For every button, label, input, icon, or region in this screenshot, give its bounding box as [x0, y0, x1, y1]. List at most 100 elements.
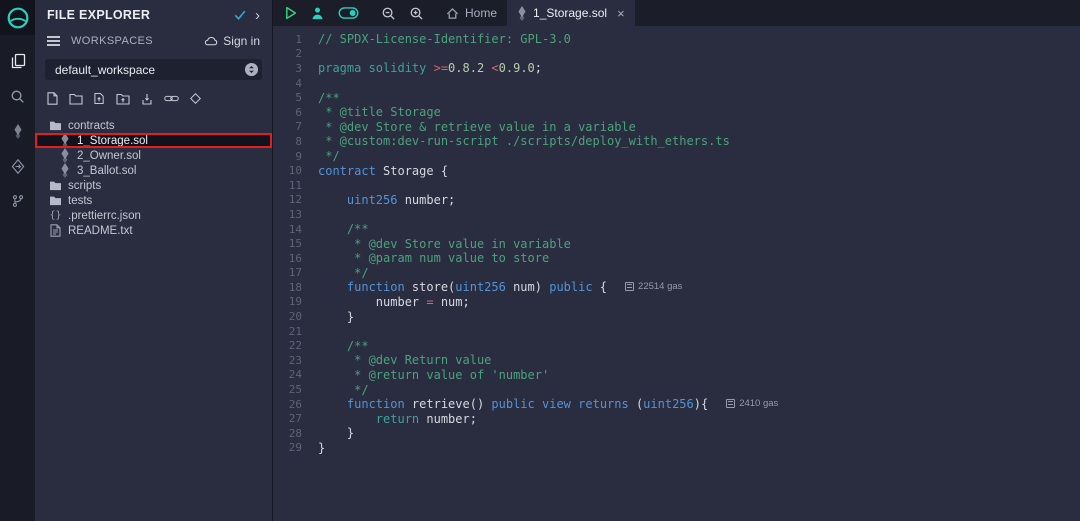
new-folder-icon[interactable]	[69, 93, 83, 105]
code-line[interactable]: 4	[273, 76, 1080, 91]
code-token: (	[629, 397, 643, 411]
search-icon[interactable]	[8, 86, 28, 106]
code-line[interactable]: 5/**	[273, 90, 1080, 105]
file-name: 2_Owner.sol	[77, 150, 141, 162]
import-icon[interactable]	[141, 93, 153, 105]
code-token: /**	[318, 222, 369, 236]
code-token: public	[491, 397, 534, 411]
gas-icon	[625, 282, 634, 291]
code-line[interactable]: 17 */	[273, 266, 1080, 281]
close-icon[interactable]: ×	[617, 7, 625, 20]
upload-folder-icon[interactable]	[116, 93, 130, 105]
play-icon[interactable]	[285, 6, 297, 20]
ipfs-icon[interactable]	[190, 93, 201, 104]
code-line[interactable]: 7 * @dev Store & retrieve value in a var…	[273, 120, 1080, 135]
code-line[interactable]: 14 /**	[273, 222, 1080, 237]
code-token: */	[318, 383, 369, 397]
code-line[interactable]: 3pragma solidity >=0.8.2 <0.9.0;	[273, 61, 1080, 76]
workspace-options-icon[interactable]	[244, 62, 259, 77]
file-tree-item[interactable]: 3_Ballot.sol	[35, 163, 272, 178]
code-token: number	[318, 295, 426, 309]
upload-file-icon[interactable]	[94, 92, 105, 105]
code-line[interactable]: 28 }	[273, 426, 1080, 441]
file-tree-item[interactable]: contracts	[35, 118, 272, 133]
code-line[interactable]: 1// SPDX-License-Identifier: GPL-3.0	[273, 32, 1080, 47]
solidity-compiler-icon[interactable]	[8, 121, 28, 141]
code-line[interactable]: 27 return number;	[273, 411, 1080, 426]
code-line[interactable]: 9 */	[273, 149, 1080, 164]
file-icon	[49, 224, 62, 237]
tab-1-storage-sol[interactable]: 1_Storage.sol×	[507, 0, 635, 26]
code-token	[318, 397, 347, 411]
toggle-icon[interactable]	[338, 7, 359, 19]
code-token: contract	[318, 164, 376, 178]
file-explorer-icon[interactable]	[8, 51, 28, 71]
code-line[interactable]: 22 /**	[273, 338, 1080, 353]
editor-toolbar	[273, 0, 436, 26]
person-icon[interactable]	[310, 6, 325, 20]
code-line[interactable]: 12 uint256 number;	[273, 193, 1080, 208]
line-number: 17	[273, 266, 318, 279]
file-tree-item[interactable]: scripts	[35, 178, 272, 193]
code-line[interactable]: 11	[273, 178, 1080, 193]
code-token: uint256	[347, 193, 398, 207]
chevron-right-icon[interactable]: ›	[255, 8, 260, 23]
code-line[interactable]: 29}	[273, 441, 1080, 456]
code-line[interactable]: 10contract Storage {	[273, 163, 1080, 178]
remix-logo-icon	[6, 6, 30, 30]
code-line[interactable]: 21	[273, 324, 1080, 339]
code-token: 0.9.0	[499, 61, 535, 75]
file-tree-item[interactable]: 2_Owner.sol	[35, 148, 272, 163]
code-token: */	[318, 266, 369, 280]
code-line[interactable]: 25 */	[273, 382, 1080, 397]
sign-in-button[interactable]: Sign in	[204, 34, 260, 48]
code-token: * @dev Return value	[318, 353, 499, 367]
line-number: 21	[273, 325, 318, 338]
code-token: ){	[694, 397, 708, 411]
git-icon[interactable]	[8, 191, 28, 211]
panel-title: FILE EXPLORER	[47, 8, 225, 22]
solidity-icon	[58, 148, 71, 163]
workspace-actions	[35, 80, 272, 111]
code-token: return	[376, 412, 419, 426]
workspaces-menu-icon[interactable]	[47, 36, 61, 46]
zoom-out-icon[interactable]	[381, 6, 396, 21]
code-token: * @custom:dev-run-script ./scripts/deplo…	[318, 134, 730, 148]
link-icon[interactable]	[164, 94, 179, 103]
remix-ide-window: FILE EXPLORER › WORKSPACES Sign in defau…	[0, 0, 1080, 521]
file-tree: contracts 1_Storage.sol 2_Owner.sol3_Ballo…	[35, 118, 272, 238]
code-line[interactable]: 6 * @title Storage	[273, 105, 1080, 120]
code-line[interactable]: 2	[273, 47, 1080, 62]
code-token: num)	[506, 280, 549, 294]
tab-home[interactable]: Home	[436, 0, 507, 26]
zoom-in-icon[interactable]	[409, 6, 424, 21]
line-number: 13	[273, 208, 318, 221]
gas-estimate-text: 2410 gas	[739, 398, 778, 409]
check-icon[interactable]	[234, 10, 246, 20]
code-line[interactable]: 20 }	[273, 309, 1080, 324]
code-line[interactable]: 24 * @return value of 'number'	[273, 368, 1080, 383]
code-token: store(	[405, 280, 456, 294]
code-line[interactable]: 13	[273, 207, 1080, 222]
deploy-run-icon[interactable]	[8, 156, 28, 176]
code-token: uint256	[643, 397, 694, 411]
workspaces-row: WORKSPACES Sign in	[35, 30, 272, 52]
file-tree-item[interactable]: 1_Storage.sol	[35, 133, 272, 148]
workspace-selector[interactable]: default_workspace	[45, 59, 262, 80]
code-line[interactable]: 19 number = num;	[273, 295, 1080, 310]
new-file-icon[interactable]	[47, 92, 58, 105]
code-line[interactable]: 8 * @custom:dev-run-script ./scripts/dep…	[273, 134, 1080, 149]
file-tree-item[interactable]: {}.prettierrc.json	[35, 208, 272, 223]
code-line[interactable]: 26 function retrieve() public view retur…	[273, 397, 1080, 412]
code-line[interactable]: 23 * @dev Return value	[273, 353, 1080, 368]
file-name: 1_Storage.sol	[77, 135, 148, 147]
file-tree-item[interactable]: tests	[35, 193, 272, 208]
code-line[interactable]: 18 function store(uint256 num) public {2…	[273, 280, 1080, 295]
file-tree-item[interactable]: README.txt	[35, 223, 272, 238]
code-line[interactable]: 15 * @dev Store value in variable	[273, 236, 1080, 251]
code-line[interactable]: 16 * @param num value to store	[273, 251, 1080, 266]
remix-logo[interactable]	[0, 0, 35, 35]
line-number: 10	[273, 164, 318, 177]
code-token	[318, 280, 347, 294]
code-editor[interactable]: 1// SPDX-License-Identifier: GPL-3.023pr…	[273, 26, 1080, 521]
